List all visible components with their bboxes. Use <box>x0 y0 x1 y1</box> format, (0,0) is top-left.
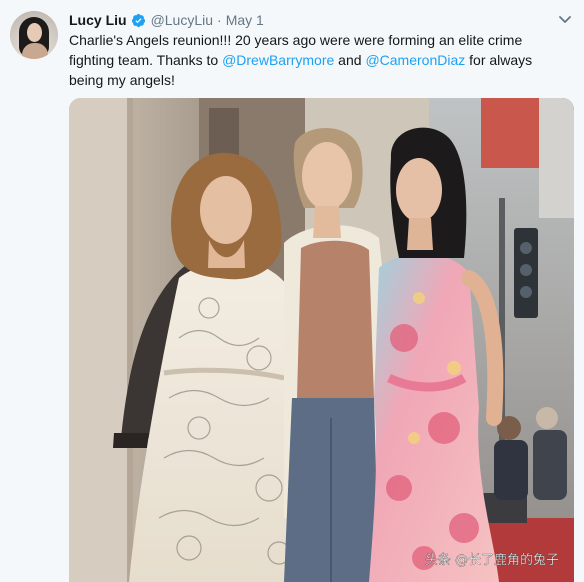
author-handle[interactable]: @LucyLiu <box>151 12 213 28</box>
verified-badge-icon <box>131 13 145 27</box>
tweet-card: Lucy Liu @LucyLiu · May 1 Charlie's Ange… <box>0 0 584 582</box>
avatar[interactable] <box>10 11 58 59</box>
tweet-photo[interactable]: 头条 @长了鹿角的兔子 <box>69 98 574 582</box>
author-name[interactable]: Lucy Liu <box>69 12 127 28</box>
separator-dot: · <box>217 12 222 28</box>
tweet-text-part: and <box>334 52 366 68</box>
mention-drew-barrymore[interactable]: @DrewBarrymore <box>222 52 334 68</box>
tweet-date[interactable]: May 1 <box>226 12 264 28</box>
chevron-down-icon[interactable] <box>558 12 572 26</box>
tweet-header: Lucy Liu @LucyLiu · May 1 <box>69 10 264 30</box>
mention-cameron-diaz[interactable]: @CameronDiaz <box>365 52 465 68</box>
watermark-text: 头条 @长了鹿角的兔子 <box>425 552 559 568</box>
photo-illustration: 头条 @长了鹿角的兔子 <box>69 98 574 582</box>
tweet-text: Charlie's Angels reunion!!! 20 years ago… <box>69 30 569 90</box>
